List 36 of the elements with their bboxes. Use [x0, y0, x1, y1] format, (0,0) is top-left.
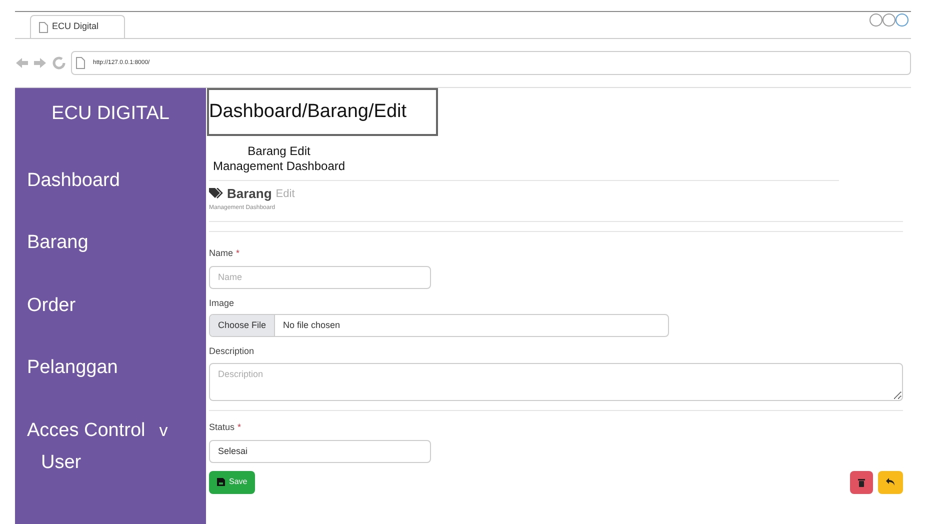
card-title-suffix: Edit [276, 186, 295, 202]
caret-icon[interactable]: v [159, 418, 168, 444]
choose-file-button[interactable]: Choose File [210, 315, 276, 336]
sidebar-subitem[interactable]: User [27, 449, 206, 478]
tags-icon [209, 188, 223, 200]
page-subtitle: Management Dashboard [212, 159, 346, 174]
description-field[interactable]: Description [209, 362, 903, 400]
file-status: No file chosen [282, 318, 342, 332]
field-label: Status [209, 420, 235, 434]
back-button[interactable] [878, 470, 903, 494]
required-mark: * [236, 246, 240, 260]
sidebar-title: ECU DIGITAL [50, 102, 170, 126]
sidebar-item[interactable]: Acces Control [27, 416, 146, 445]
field-label: Name [209, 246, 234, 260]
required-mark: * [238, 420, 242, 434]
file-input[interactable]: Choose File No file chosen [209, 314, 669, 337]
window-controls-icon [869, 13, 911, 27]
page-title: Barang Edit [246, 144, 312, 159]
trash-icon [858, 478, 865, 486]
card-title: Barang [227, 185, 272, 203]
save-button[interactable]: Save [209, 470, 256, 494]
reply-arrow-icon [886, 478, 895, 486]
breadcrumb: Dashboard/Barang/Edit [207, 88, 438, 136]
page-icon [76, 57, 85, 69]
browser-tab[interactable]: ECU Digital [30, 15, 125, 38]
sidebar-item[interactable]: Barang [27, 229, 88, 258]
text-field[interactable]: Name [209, 266, 431, 288]
sidebar-item[interactable]: Dashboard [27, 166, 120, 195]
field-label: Image [209, 296, 234, 310]
field-label: Description [209, 345, 254, 358]
sidebar-item[interactable]: Pelanggan [27, 354, 118, 382]
navigation-icon [15, 56, 67, 70]
delete-button[interactable] [850, 470, 873, 494]
page-icon [39, 22, 48, 32]
text-field[interactable]: Selesai [209, 440, 431, 462]
sidebar-item[interactable]: Order [27, 292, 76, 320]
